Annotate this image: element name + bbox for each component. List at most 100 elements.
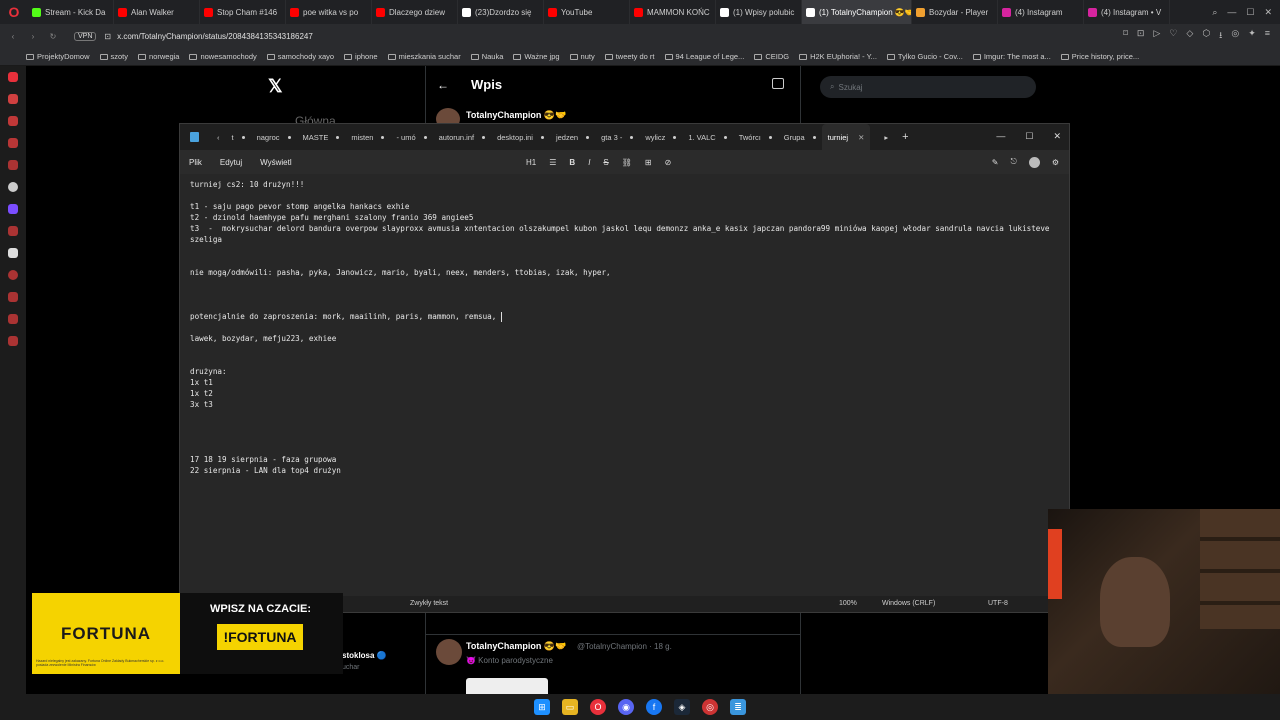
settings-gear-icon[interactable]: ⚙ (1052, 158, 1059, 167)
reload-icon[interactable]: ↻ (46, 32, 60, 41)
notepad-tab[interactable]: autorun.inf (433, 124, 491, 150)
bookmark-item[interactable]: samochody xayo (266, 52, 334, 61)
bookmark-item[interactable]: ProjektyDomow (26, 52, 90, 61)
maximize-icon[interactable]: ☐ (1025, 131, 1033, 142)
close-icon[interactable]: ✕ (1264, 7, 1272, 18)
profile-icon[interactable]: ◎ (1231, 28, 1239, 44)
menu-file[interactable]: Plik (180, 158, 211, 167)
sidebar-x-icon[interactable] (8, 248, 18, 258)
clear-format-icon[interactable]: ⊘ (665, 158, 672, 167)
tab-scroll-right-icon[interactable]: ▸ (884, 133, 888, 142)
back-icon[interactable]: ‹ (6, 32, 20, 41)
browser-tab[interactable]: (4) Instagram • V (1084, 0, 1170, 24)
browser-tab[interactable]: Alan Walker (114, 0, 200, 24)
menu-icon[interactable]: ≡ (1265, 28, 1270, 44)
bookmark-item[interactable]: nowesamochody (189, 52, 257, 61)
extensions-icon[interactable]: ⬡ (1202, 28, 1210, 44)
menu-view[interactable]: Wyświetl (251, 158, 300, 167)
browser-tab[interactable]: (4) Instagram (998, 0, 1084, 24)
sidebar-music-icon[interactable] (8, 226, 18, 236)
notepad-tab[interactable]: gta 3 - (595, 124, 639, 150)
bookmark-item[interactable]: tweety do rt (604, 52, 655, 61)
url-field[interactable]: x.com/TotalnyChampion/status/20843841353… (117, 32, 313, 41)
lock-icon[interactable]: ⊡ (104, 32, 111, 41)
back-arrow-icon[interactable]: ← (437, 78, 449, 92)
sidebar-settings-icon[interactable] (8, 182, 18, 192)
download-icon[interactable]: ⭳ (1219, 28, 1222, 44)
post-author-name[interactable]: TotalnyChampion 😎🤝 (466, 641, 566, 652)
bookmark-item[interactable]: Price history, price... (1060, 52, 1139, 61)
notepad-tab[interactable]: Twórcı (733, 124, 778, 150)
share-icon[interactable]: ⎋ (1011, 157, 1017, 167)
wallet-icon[interactable]: ◇ (1186, 28, 1193, 44)
sidebar-clock-icon[interactable] (8, 270, 18, 280)
browser-tab[interactable]: Stop Cham #146 (200, 0, 286, 24)
bookmark-icon[interactable]: ⌑ (1123, 28, 1128, 44)
browser-tab[interactable]: (23)Dzordzo się (458, 0, 544, 24)
file-explorer-icon[interactable]: ▭ (562, 699, 578, 715)
browser-tab[interactable]: (1) Wpisy polubic (716, 0, 802, 24)
minimize-icon[interactable]: — (996, 131, 1005, 141)
sidebar-pinboard-icon[interactable] (8, 292, 18, 302)
sidebar-aria-icon[interactable] (8, 94, 18, 104)
bookmark-item[interactable]: CEIDG (754, 52, 789, 61)
status-format[interactable]: Zwykły tekst (410, 600, 448, 607)
x-search-input[interactable]: ⌕ Szukaj (820, 76, 1036, 98)
ai-icon[interactable]: ✦ (1248, 28, 1256, 44)
notepad-tab[interactable]: t (226, 124, 251, 150)
italic-button[interactable]: I (588, 158, 590, 167)
notepad-tab[interactable]: 1. VALC (682, 124, 732, 150)
browser-tab[interactable]: Bozydar - Player (912, 0, 998, 24)
bookmark-item[interactable]: norwegia (138, 52, 179, 61)
opera-icon[interactable]: O (590, 699, 606, 715)
sidebar-twitch-icon[interactable] (8, 204, 18, 214)
bookmark-item[interactable]: Tylko Gucio - Cov... (886, 52, 963, 61)
link-icon[interactable]: ⛓ (622, 158, 632, 167)
notepad-tab[interactable]: jedzen (550, 124, 595, 150)
suggested-user-name[interactable]: stoklosa 🔵 (342, 651, 387, 660)
avatar[interactable] (436, 639, 462, 665)
minimize-icon[interactable]: — (1227, 7, 1236, 18)
bookmark-item[interactable]: mieszkania suchar (387, 52, 461, 61)
opera-logo-icon[interactable]: O (0, 0, 28, 24)
snapshot-icon[interactable]: ⊡ (1137, 28, 1145, 44)
heading-button[interactable]: H1 (526, 158, 536, 167)
copilot-icon[interactable]: ✎ (992, 158, 999, 167)
post-media-preview[interactable] (466, 678, 548, 694)
browser-tab[interactable]: poe witka vs po (286, 0, 372, 24)
search-tabs-icon[interactable]: ⌕ (1212, 7, 1217, 18)
forward-icon[interactable]: › (26, 32, 40, 41)
notepad-tab[interactable]: MASTE (297, 124, 346, 150)
steam-icon[interactable]: ◈ (674, 699, 690, 715)
sidebar-history-icon[interactable] (8, 138, 18, 148)
bookmark-item[interactable]: H2K EUphoria! - Y... (799, 52, 877, 61)
browser-tab[interactable]: MAMMON KOŃC (630, 0, 716, 24)
bookmark-item[interactable]: Ważne jpg (513, 52, 560, 61)
browser-tab[interactable]: Stream - Kick Da (28, 0, 114, 24)
windows-start-icon[interactable]: ⊞ (534, 699, 550, 715)
sidebar-speed-dial-icon[interactable] (8, 72, 18, 82)
notepad-tab[interactable]: wylicz (639, 124, 682, 150)
status-encoding[interactable]: UTF-8 (988, 600, 1008, 607)
browser-tab[interactable]: (1) TotalnyChampion 😎🤝 (802, 0, 912, 24)
sidebar-cube-icon[interactable] (8, 336, 18, 346)
text-editor[interactable]: turniej cs2: 10 drużyn!!! t1 - saju pago … (180, 174, 1069, 596)
notepad-tab[interactable]: nagroc (251, 124, 297, 150)
bookmark-item[interactable]: Imgur: The most a... (972, 52, 1051, 61)
sidebar-wallet-icon[interactable] (8, 116, 18, 126)
bookmark-item[interactable]: iphone (344, 52, 378, 61)
chrome-icon[interactable]: ◎ (702, 699, 718, 715)
facebook-icon[interactable]: f (646, 699, 662, 715)
sidebar-player-icon[interactable] (8, 314, 18, 324)
notepad-tab[interactable]: - umó (390, 124, 432, 150)
browser-tab[interactable]: Dlaczego dziew (372, 0, 458, 24)
new-tab-button[interactable]: + (902, 131, 908, 143)
notepad-tab[interactable]: desktop.ini (491, 124, 550, 150)
status-zoom[interactable]: 100% (839, 600, 857, 607)
discord-icon[interactable]: ◉ (618, 699, 634, 715)
menu-edit[interactable]: Edytuj (211, 158, 251, 167)
vpn-badge[interactable]: VPN (74, 31, 97, 41)
notepad-taskbar-icon[interactable]: ≣ (730, 699, 746, 715)
strikethrough-button[interactable]: S (603, 158, 608, 167)
maximize-icon[interactable]: ☐ (1246, 7, 1254, 18)
